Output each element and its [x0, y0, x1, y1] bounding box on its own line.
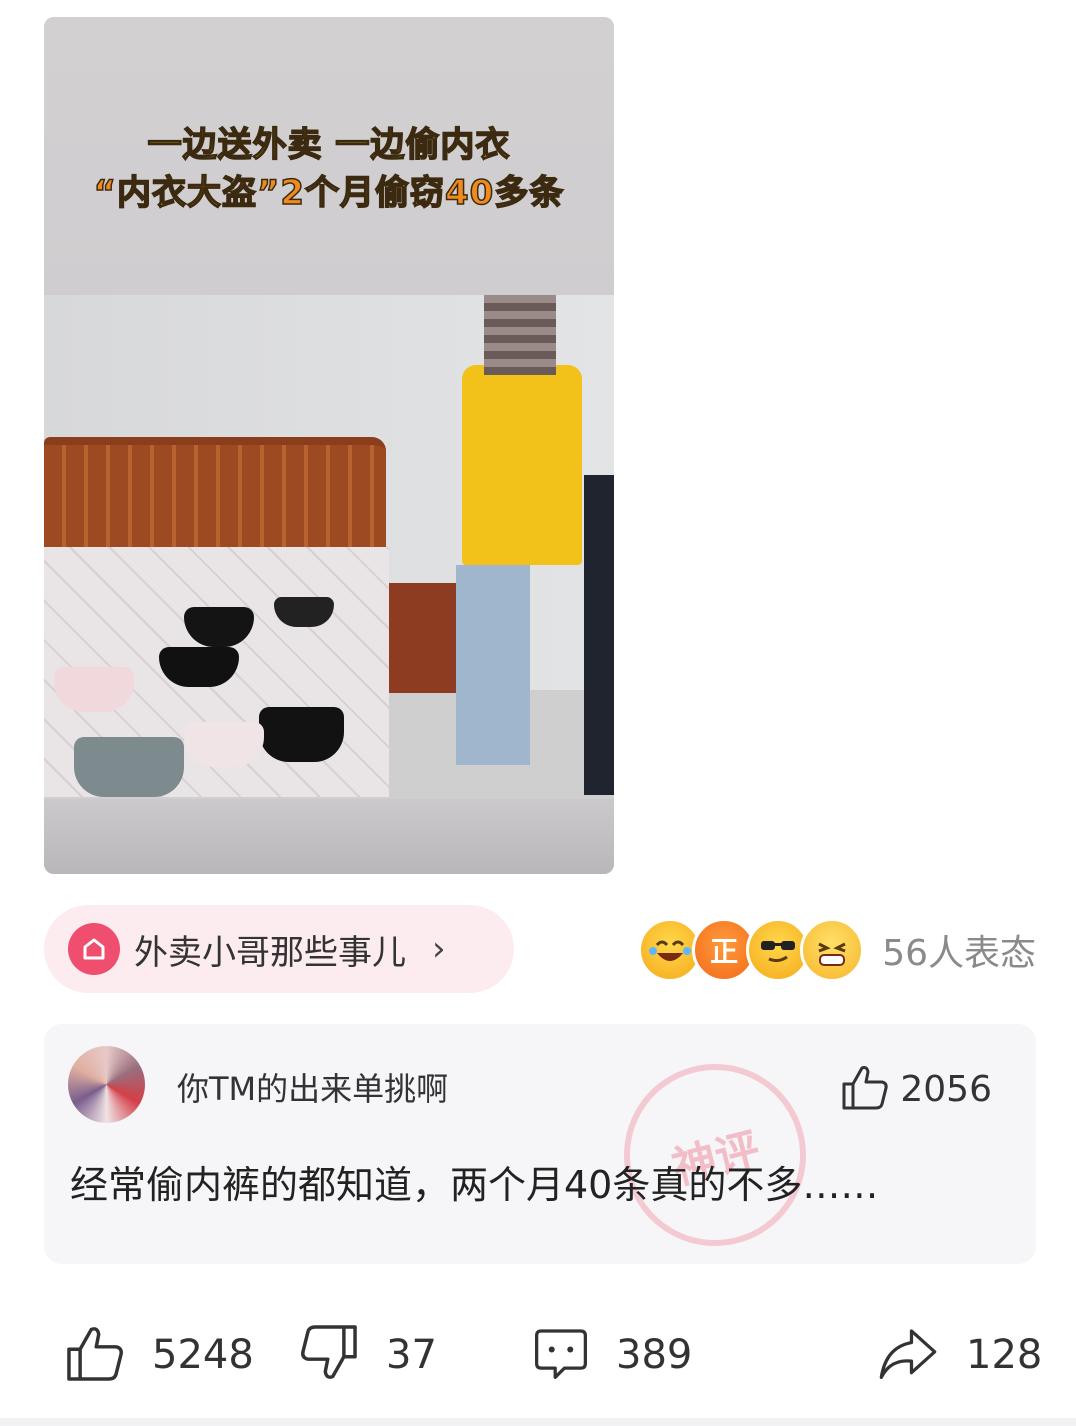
topic-label: 外卖小哥那些事儿 [134, 932, 406, 973]
reactions-summary[interactable]: 正 56人表态 [638, 914, 1036, 986]
thumbs-up-icon [840, 1062, 890, 1116]
comment-like-button[interactable]: 2056 [840, 1062, 992, 1116]
caption-line-1: 一边送外卖 一边偷内衣 [147, 124, 511, 166]
share-arrow-icon [876, 1324, 940, 1386]
comment-count: 389 [616, 1332, 693, 1378]
share-count: 128 [966, 1332, 1043, 1378]
reaction-count: 56人表态 [882, 933, 1036, 974]
hot-comment-card[interactable]: 你TM的出来单挑啊 神评 2056 经常偷内裤的都知道，两个月40条真的不多…… [44, 1024, 1036, 1266]
comment-button[interactable]: 389 [532, 1310, 692, 1400]
comment-username[interactable]: 你TM的出来单挑啊 [177, 1064, 448, 1110]
comment-like-count: 2056 [900, 1068, 992, 1110]
like-button[interactable]: 5248 [64, 1310, 254, 1400]
thumbs-up-icon [64, 1322, 126, 1388]
comment-bubble-icon [532, 1324, 590, 1386]
dislike-count: 37 [386, 1332, 437, 1378]
house-icon [68, 923, 120, 975]
chevron-right-icon: › [432, 929, 446, 969]
divider [0, 1418, 1076, 1426]
topic-pill[interactable]: 外卖小哥那些事儿 › [44, 905, 514, 993]
thumbs-down-icon [298, 1322, 360, 1388]
post-action-bar: 5248 37 389 128 [0, 1310, 1076, 1400]
dislike-button[interactable]: 37 [298, 1310, 437, 1400]
post-image[interactable]: 一边送外卖 一边偷内衣 “内衣大盗”2个月偷窃40多条 [44, 17, 614, 874]
video-caption-area: 一边送外卖 一边偷内衣 “内衣大盗”2个月偷窃40多条 [44, 17, 614, 295]
caption-line-2: “内衣大盗”2个月偷窃40多条 [93, 172, 565, 214]
scene-photo [44, 295, 614, 800]
grin-emoji [800, 918, 865, 982]
like-count: 5248 [152, 1332, 254, 1378]
share-button[interactable]: 128 [876, 1310, 1042, 1400]
comment-text: 经常偷内裤的都知道，两个月40条真的不多…… [70, 1163, 879, 1207]
avatar[interactable] [68, 1046, 145, 1123]
